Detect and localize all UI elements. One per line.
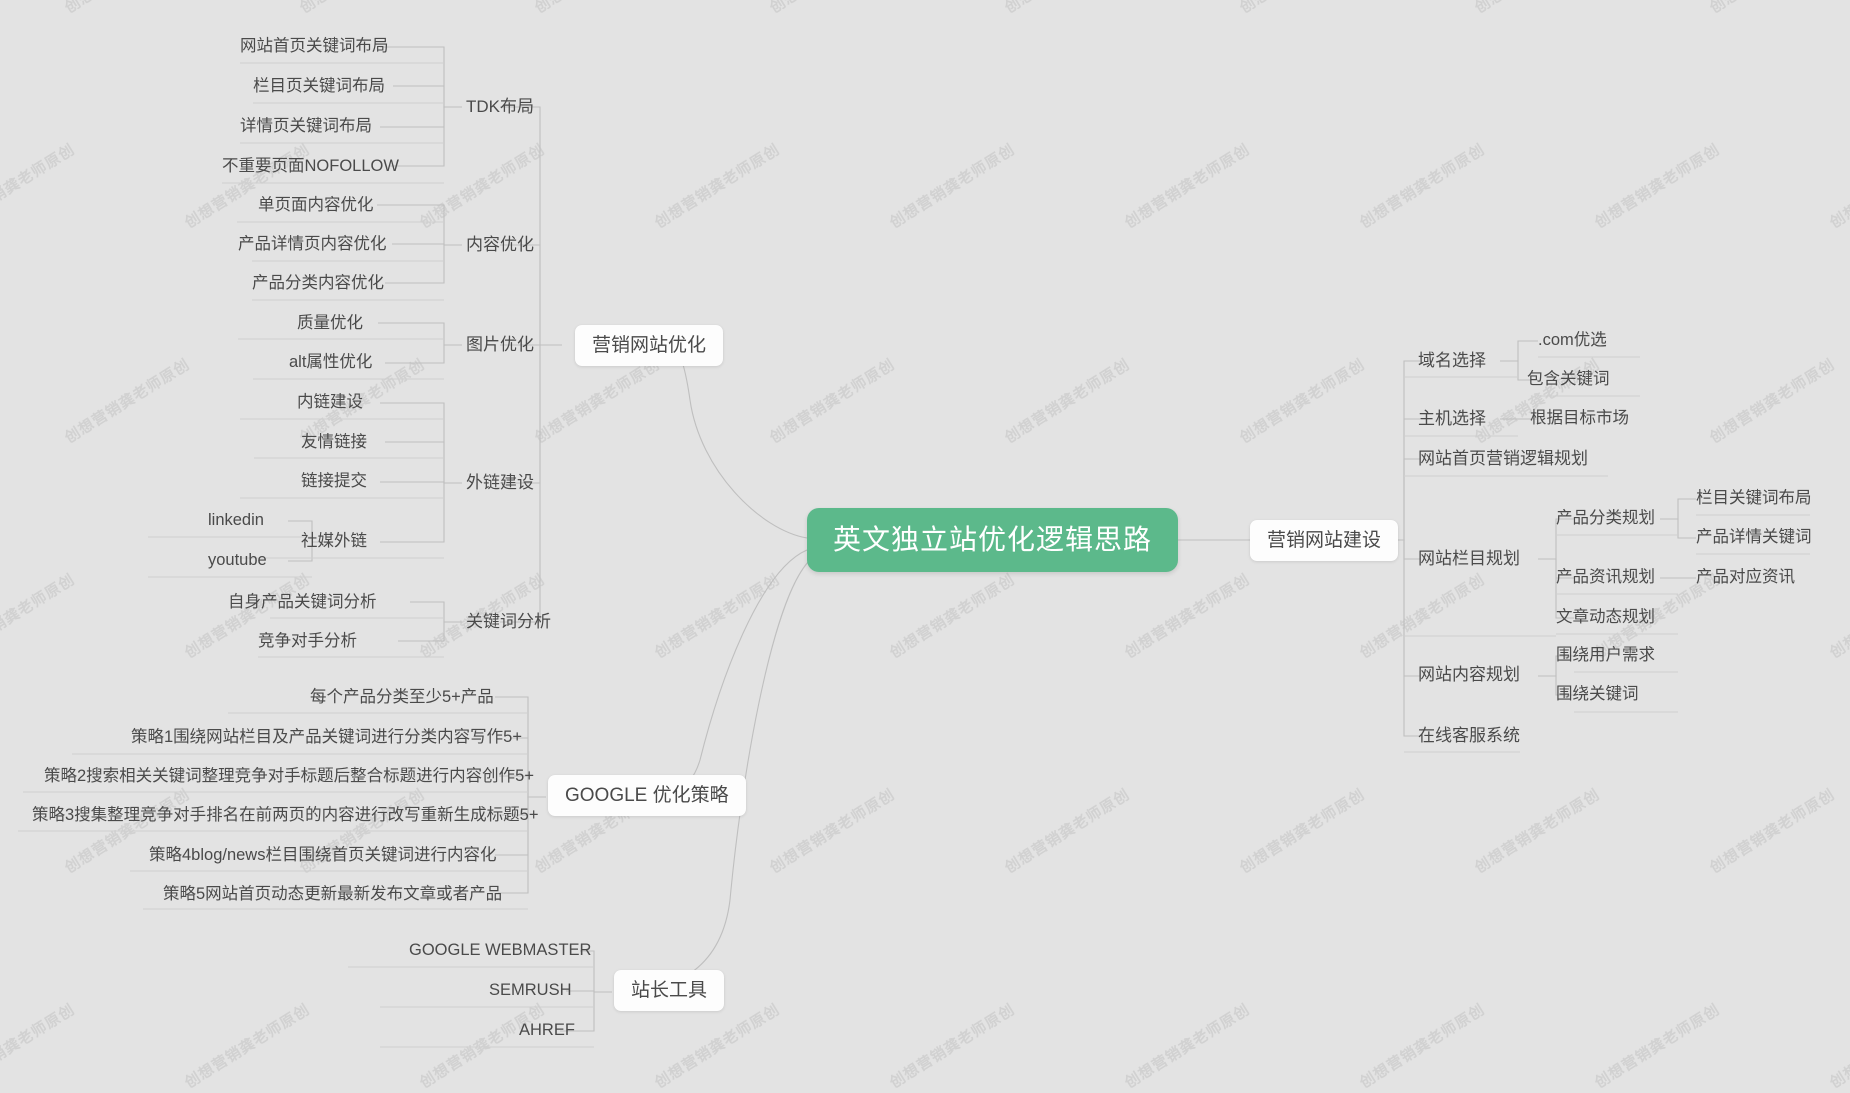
watermark-text: 创想营销龚老师原创 bbox=[0, 1000, 79, 1092]
watermark-text: 创想营销龚老师原创 bbox=[1001, 785, 1134, 877]
leaf-own-product-keyword-analysis[interactable]: 自身产品关键词分析 bbox=[228, 594, 377, 611]
leaf-competitor-analysis[interactable]: 竞争对手分析 bbox=[258, 633, 357, 650]
leaf-strategy-3[interactable]: 策略3搜集整理竞争对手排名在前两页的内容进行改写重新生成标题5+ bbox=[32, 807, 539, 824]
leaf-unimportant-page-nofollow[interactable]: 不重要页面NOFOLLOW bbox=[222, 158, 399, 175]
leaf-contains-keyword[interactable]: 包含关键词 bbox=[1527, 371, 1610, 388]
watermark-text: 创想营销龚老师原创 bbox=[1591, 1000, 1724, 1092]
watermark-text: 创想营销龚老师原创 bbox=[1356, 1000, 1489, 1092]
mindmap-canvas: 创想营销龚老师原创 创想营销龚老师原创 创想营销龚老师原创 创想营销龚老师原创 创想营销… bbox=[0, 0, 1850, 1092]
group-label-host-selection[interactable]: 主机选择 bbox=[1418, 410, 1486, 427]
watermark-text: 创想营销龚老师原创 bbox=[886, 570, 1019, 662]
leaf-product-matching-info[interactable]: 产品对应资讯 bbox=[1696, 569, 1795, 586]
branch-marketing-site-construction[interactable]: 营销网站建设 bbox=[1250, 520, 1399, 561]
branch-marketing-site-optimization[interactable]: 营销网站优化 bbox=[575, 325, 724, 366]
leaf-linkedin[interactable]: linkedin bbox=[208, 512, 264, 529]
watermark-text: 创想营销龚老师原创 bbox=[1705, 0, 1838, 18]
leaf-product-info-planning[interactable]: 产品资讯规划 bbox=[1556, 569, 1655, 586]
watermark-text: 创想营销龚老师原创 bbox=[766, 785, 899, 877]
watermark-text: 创想营销龚老师原创 bbox=[1826, 1000, 1850, 1092]
watermark-text: 创想营销龚老师原创 bbox=[886, 140, 1019, 232]
leaf-based-on-target-market[interactable]: 根据目标市场 bbox=[1530, 410, 1629, 427]
watermark-text: 创想营销龚老师原创 bbox=[1236, 785, 1369, 877]
branch-webmaster-tools[interactable]: 站长工具 bbox=[614, 970, 725, 1011]
leaf-product-category-content-optimization[interactable]: 产品分类内容优化 bbox=[252, 275, 384, 292]
leaf-product-detail-keyword[interactable]: 产品详情关键词 bbox=[1696, 529, 1812, 546]
leaf-strategy-1[interactable]: 策略1围绕网站栏目及产品关键词进行分类内容写作5+ bbox=[131, 729, 522, 746]
watermark-text: 创想营销龚老师原创 bbox=[1356, 570, 1489, 662]
watermark-text: 创想营销龚老师原创 bbox=[416, 1000, 549, 1092]
leaf-youtube[interactable]: youtube bbox=[208, 552, 267, 569]
watermark-text: 创想营销龚老师原创 bbox=[1470, 0, 1603, 18]
watermark-text: 创想营销龚老师原创 bbox=[1235, 0, 1368, 18]
leaf-internal-link-building[interactable]: 内链建设 bbox=[297, 394, 363, 411]
leaf-friendly-links[interactable]: 友情链接 bbox=[301, 434, 367, 451]
leaf-strategy-5[interactable]: 策略5网站首页动态更新最新发布文章或者产品 bbox=[163, 886, 502, 903]
watermark-text: 创想营销龚老师原创 bbox=[295, 0, 428, 18]
group-label-online-customer-service[interactable]: 在线客服系统 bbox=[1418, 727, 1520, 744]
watermark-text: 创想营销龚老师原创 bbox=[651, 1000, 784, 1092]
watermark-text: 创想营销龚老师原创 bbox=[1706, 785, 1839, 877]
watermark-text: 创想营销龚老师原创 bbox=[181, 1000, 314, 1092]
leaf-strategy-2[interactable]: 策略2搜索相关关键词整理竞争对手标题后整合标题进行内容创作5+ bbox=[44, 768, 534, 785]
group-label-external-link-building[interactable]: 外链建设 bbox=[466, 474, 534, 491]
watermark-text: 创想营销龚老师原创 bbox=[416, 140, 549, 232]
root-node[interactable]: 英文独立站优化逻辑思路 bbox=[807, 508, 1179, 572]
group-label-image-optimization[interactable]: 图片优化 bbox=[466, 336, 534, 353]
watermark-text: 创想营销龚老师原创 bbox=[765, 0, 898, 18]
watermark-text: 创想营销龚老师原创 bbox=[651, 570, 784, 662]
leaf-detail-keyword-layout[interactable]: 详情页关键词布局 bbox=[240, 118, 372, 135]
watermark-text: 创想营销龚老师原创 bbox=[1121, 140, 1254, 232]
watermark-text: 创想营销龚老师原创 bbox=[531, 355, 664, 447]
group-label-site-content-planning[interactable]: 网站内容规划 bbox=[1418, 666, 1520, 683]
watermark-text: 创想营销龚老师原创 bbox=[61, 355, 194, 447]
watermark-text: 创想营销龚老师原创 bbox=[1706, 355, 1839, 447]
watermark-text: 创想营销龚老师原创 bbox=[0, 570, 79, 662]
watermark-text: 创想营销龚老师原创 bbox=[1471, 355, 1604, 447]
watermark-text: 创想营销龚老师原创 bbox=[530, 0, 663, 18]
leaf-around-user-needs[interactable]: 围绕用户需求 bbox=[1556, 647, 1655, 664]
leaf-column-keyword-layout[interactable]: 栏目页关键词布局 bbox=[253, 78, 385, 95]
watermark-text: 创想营销龚老师原创 bbox=[1356, 140, 1489, 232]
group-label-content-optimization[interactable]: 内容优化 bbox=[466, 236, 534, 253]
leaf-link-submission[interactable]: 链接提交 bbox=[301, 473, 367, 490]
watermark-text: 创想营销龚老师原创 bbox=[181, 140, 314, 232]
watermark-text: 创想营销龚老师原创 bbox=[1236, 355, 1369, 447]
leaf-product-category-planning[interactable]: 产品分类规划 bbox=[1556, 510, 1655, 527]
watermark-text: 创想营销龚老师原创 bbox=[651, 140, 784, 232]
leaf-column-keyword-layout-right[interactable]: 栏目关键词布局 bbox=[1696, 490, 1812, 507]
watermark-text: 创想营销龚老师原创 bbox=[60, 0, 193, 18]
leaf-around-keywords[interactable]: 围绕关键词 bbox=[1556, 686, 1639, 703]
leaf-min-5-products-per-category[interactable]: 每个产品分类至少5+产品 bbox=[310, 689, 494, 706]
group-label-homepage-marketing-logic[interactable]: 网站首页营销逻辑规划 bbox=[1418, 450, 1588, 467]
leaf-google-webmaster[interactable]: GOOGLE WEBMASTER bbox=[409, 942, 591, 959]
leaf-quality-optimization[interactable]: 质量优化 bbox=[297, 315, 363, 332]
watermark-text: 创想营销龚老师原创 bbox=[886, 1000, 1019, 1092]
leaf-social-media-links[interactable]: 社媒外链 bbox=[301, 533, 367, 550]
group-label-site-column-planning[interactable]: 网站栏目规划 bbox=[1418, 550, 1520, 567]
branch-google-optimization-strategy[interactable]: GOOGLE 优化策略 bbox=[548, 775, 746, 816]
watermark-text: 创想营销龚老师原创 bbox=[1121, 570, 1254, 662]
watermark-text: 创想营销龚老师原创 bbox=[1471, 785, 1604, 877]
group-label-keyword-analysis[interactable]: 关键词分析 bbox=[466, 613, 551, 630]
leaf-dotcom-preferred[interactable]: .com优选 bbox=[1538, 332, 1607, 349]
group-label-domain-selection[interactable]: 域名选择 bbox=[1418, 352, 1486, 369]
leaf-homepage-keyword-layout[interactable]: 网站首页关键词布局 bbox=[240, 38, 389, 55]
watermark-text: 创想营销龚老师原创 bbox=[1000, 0, 1133, 18]
watermark-text: 创想营销龚老师原创 bbox=[1591, 140, 1724, 232]
watermark-text: 创想营销龚老师原创 bbox=[1826, 140, 1850, 232]
leaf-alt-attribute-optimization[interactable]: alt属性优化 bbox=[289, 354, 372, 371]
group-label-tdk-layout[interactable]: TDK布局 bbox=[466, 98, 534, 115]
watermark-text: 创想营销龚老师原创 bbox=[1826, 570, 1850, 662]
watermark-text: 创想营销龚老师原创 bbox=[766, 355, 899, 447]
watermark-text: 创想营销龚老师原创 bbox=[1121, 1000, 1254, 1092]
leaf-product-detail-content-optimization[interactable]: 产品详情页内容优化 bbox=[238, 236, 387, 253]
leaf-article-dynamic-planning[interactable]: 文章动态规划 bbox=[1556, 609, 1655, 626]
leaf-strategy-4[interactable]: 策略4blog/news栏目围绕首页关键词进行内容化 bbox=[149, 847, 496, 864]
watermark-text: 创想营销龚老师原创 bbox=[1001, 355, 1134, 447]
leaf-ahref[interactable]: AHREF bbox=[519, 1022, 575, 1039]
leaf-semrush[interactable]: SEMRUSH bbox=[489, 982, 572, 999]
watermark-text: 创想营销龚老师原创 bbox=[0, 140, 79, 232]
leaf-single-page-content-optimization[interactable]: 单页面内容优化 bbox=[258, 197, 374, 214]
